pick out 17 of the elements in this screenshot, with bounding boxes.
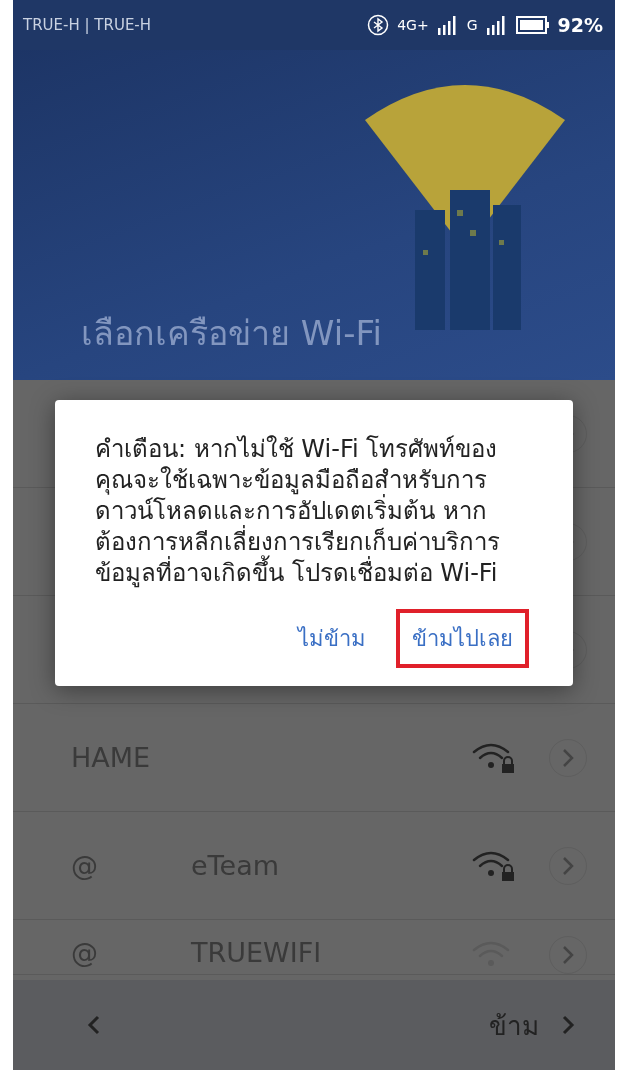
dialog-button[interactable]: ไม่ข้าม [282, 609, 382, 668]
network-type: G [466, 17, 478, 33]
chevron-right-icon [561, 1014, 575, 1036]
dialog-button[interactable]: ข้ามไปเลย [396, 609, 529, 668]
chevron-left-icon [87, 1014, 101, 1036]
signal-icon [436, 14, 459, 36]
network-prefix: @ [71, 850, 99, 881]
bluetooth-icon [367, 14, 390, 36]
battery-icon [515, 16, 550, 34]
network-type: 4G+ [397, 17, 429, 33]
skip-button[interactable]: ข้าม [485, 1000, 579, 1050]
carrier-names: TRUE-H | TRUE-H [23, 16, 153, 34]
network-prefix: @ [71, 937, 99, 968]
battery-percentage: 92% [557, 14, 603, 36]
screen-title: เลือกเครือข่าย Wi-Fi [81, 312, 382, 355]
signal-icon [485, 14, 508, 36]
warning-message: คำเตือน: หากไม่ใช้ Wi-Fi โทรศัพท์ของคุณจะใช้เฉพาะข้อมูลมือถือสำหรับการดาวน์โหลดและการอัปเดตเริ่มต้น หากต้องการหลีกเลี่ยงการเรียกเก็บค่าบริการข้อมูลที่อาจเกิดขึ้น โปรดเชื่อมต่อ Wi-Fi [95, 434, 501, 589]
